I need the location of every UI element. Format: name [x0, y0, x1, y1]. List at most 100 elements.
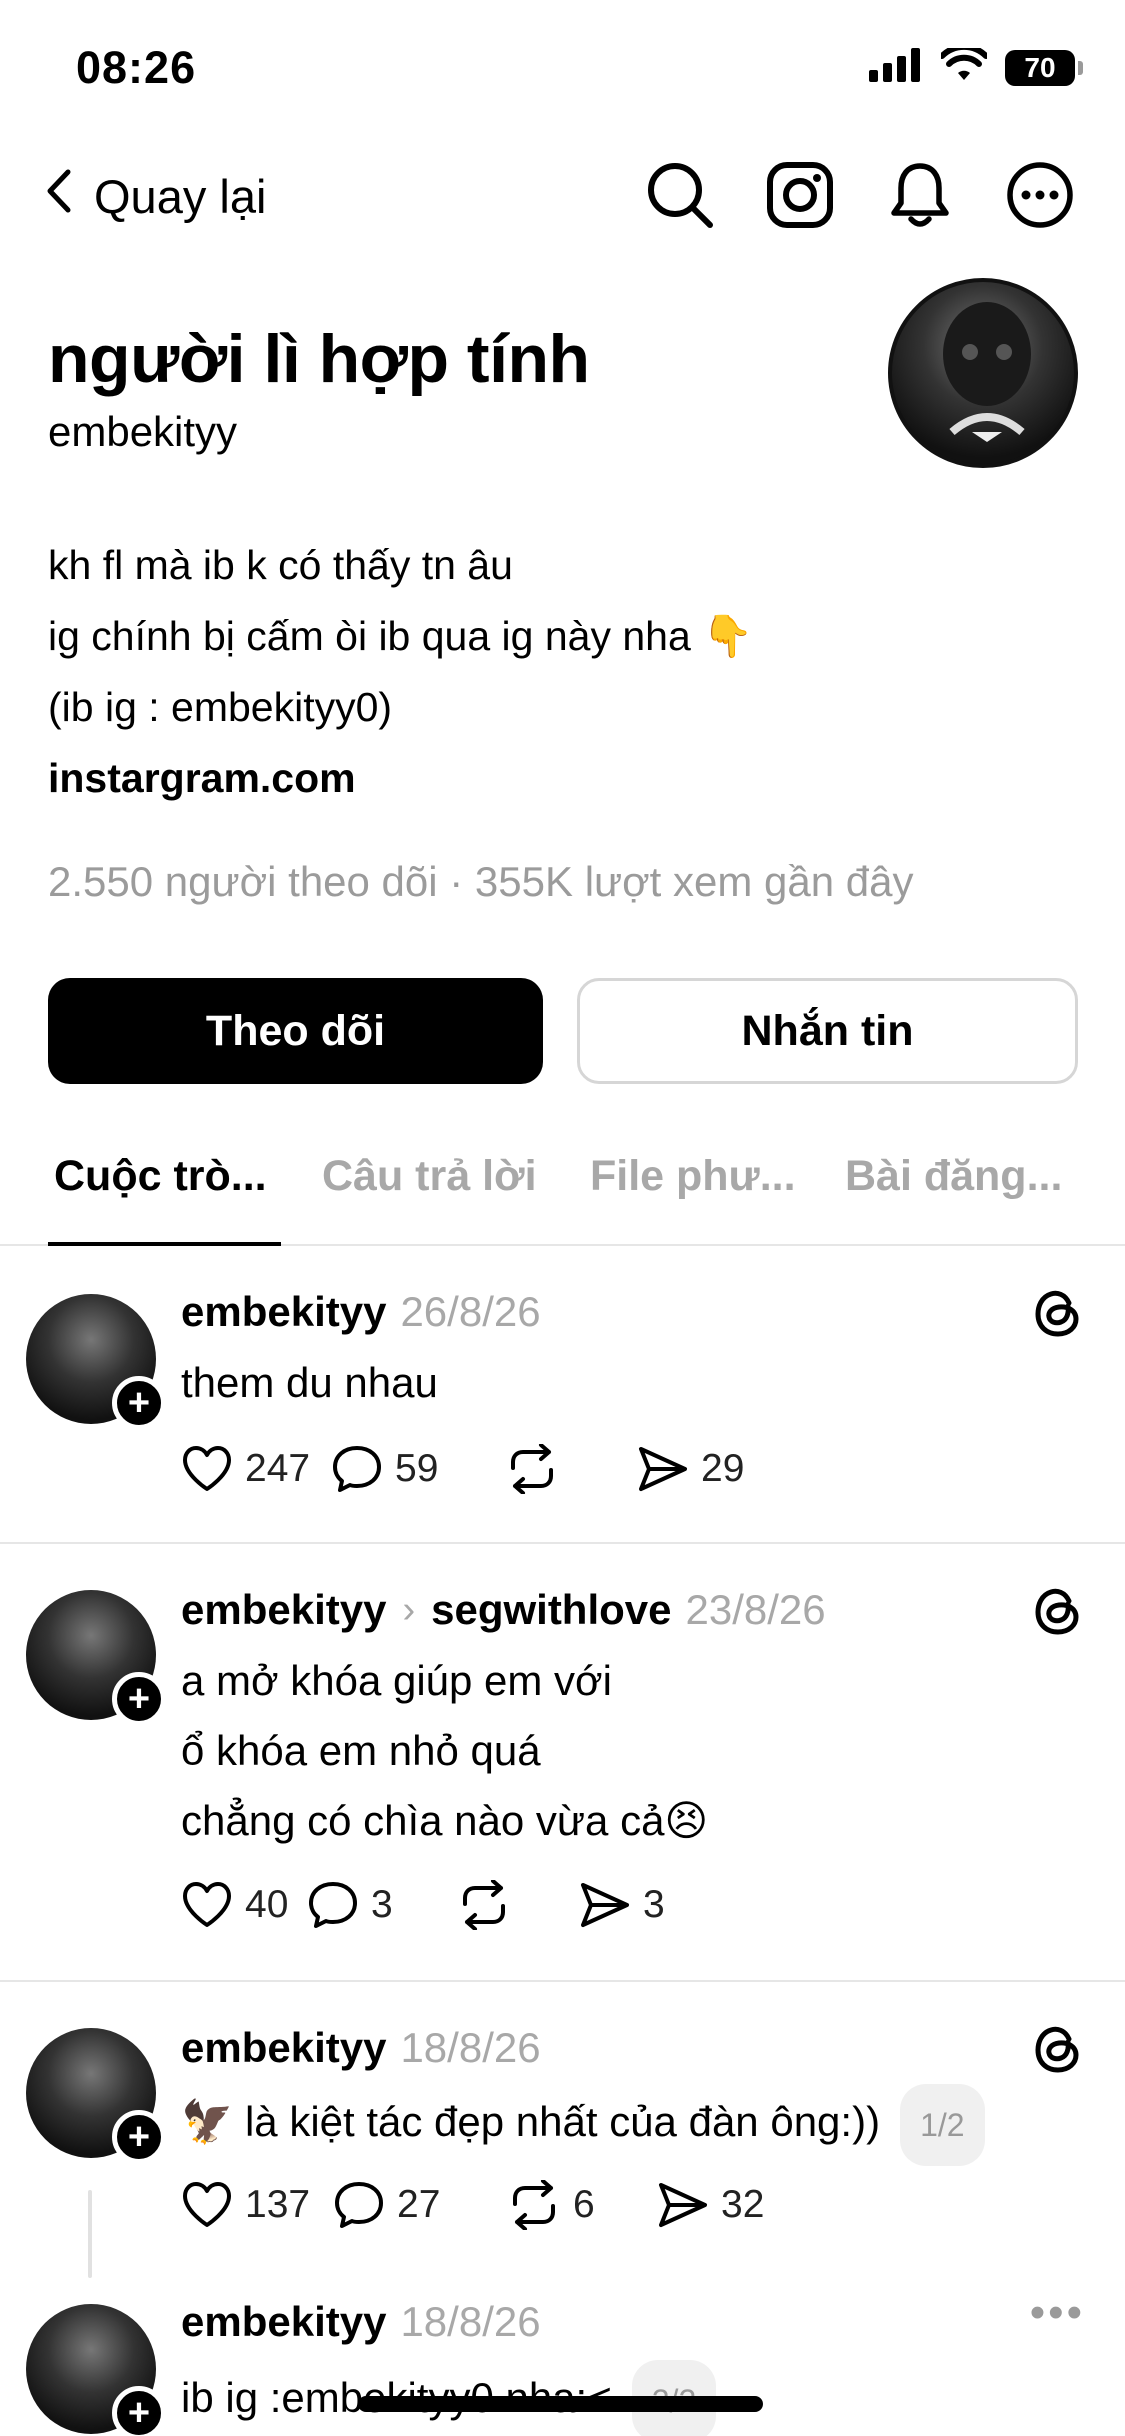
repost-icon [513, 2180, 555, 2230]
post-line: ổ khóa em nhỏ quá [181, 1727, 541, 1774]
profile-tabs: Cuộc trò... Câu trả lời File phư... Bài … [0, 1140, 1125, 1246]
post-text: a mở khóa giúp em với ổ khóa em nhỏ quá … [181, 1646, 708, 1856]
post-line: chẳng có chìa nào vừa cả😣 [181, 1797, 709, 1844]
follow-plus-icon[interactable]: + [112, 1376, 166, 1430]
tab-threads[interactable]: Cuộc trò... [54, 1152, 267, 1201]
tab-media[interactable]: File phư... [590, 1152, 796, 1201]
post-meta: embekityy 18/8/26 [181, 2298, 541, 2346]
search-icon[interactable] [645, 160, 715, 230]
like-count: 247 [245, 1447, 311, 1490]
post[interactable]: + embekityy 18/8/26 ••• ib ig :embekityy… [0, 2284, 1125, 2436]
profile-bio: kh fl mà ib k có thấy tn âu ig chính bị … [48, 530, 753, 814]
post-username[interactable]: embekityy [181, 2024, 386, 2072]
bio-line: kh fl mà ib k có thấy tn âu [48, 542, 513, 588]
top-nav: Quay lại [0, 150, 1125, 250]
like-button[interactable]: 247 [181, 1445, 323, 1493]
comment-count: 59 [395, 1447, 439, 1490]
post-username[interactable]: embekityy [181, 2298, 386, 2346]
like-count: 40 [245, 1883, 289, 1926]
follow-plus-icon[interactable]: + [112, 1672, 166, 1726]
threads-icon [1035, 2026, 1079, 2073]
post-date: 23/8/26 [685, 1586, 826, 1633]
follow-button[interactable]: Theo dõi [48, 978, 543, 1084]
profile-stats[interactable]: 2.550 người theo dõi · 355K lượt xem gần… [48, 858, 914, 906]
heart-icon [183, 2182, 231, 2227]
profile-link[interactable]: instargram.com [48, 743, 753, 814]
heart-icon [183, 1446, 231, 1491]
comment-count: 27 [397, 2183, 441, 2226]
post-meta: embekityy 26/8/26 [181, 1288, 541, 1336]
repost-icon [463, 1880, 505, 1930]
thread-connector [88, 2190, 92, 2278]
back-label: Quay lại [94, 170, 267, 223]
post-text: them du nhau [181, 1348, 438, 1418]
send-icon [581, 1883, 629, 1927]
send-icon [639, 1447, 687, 1491]
back-button[interactable]: Quay lại [46, 168, 266, 225]
comment-button[interactable]: 27 [333, 2180, 513, 2230]
bio-line: ig chính bị cấm òi ib qua ig này nha 👇 [48, 613, 754, 659]
more-options-icon[interactable] [1005, 160, 1075, 230]
repost-button[interactable] [505, 1444, 623, 1494]
post-line: them du nhau [181, 1359, 438, 1406]
post-line: 🦅 là kiệt tác đẹp nhất của đàn ông:)) [181, 2098, 881, 2146]
chevron-left-icon [46, 168, 72, 225]
thread-pager: 1/2 [900, 2084, 985, 2166]
share-button[interactable]: 29 [637, 1445, 744, 1493]
message-button[interactable]: Nhắn tin [577, 978, 1078, 1084]
comment-icon [333, 1446, 381, 1492]
wifi-icon [939, 43, 989, 87]
profile-header: người lì hợp tính embekityy [48, 278, 1078, 468]
comment-button[interactable]: 59 [331, 1444, 515, 1494]
bio-line: (ib ig : embekityy0) [48, 684, 393, 730]
follow-plus-icon[interactable]: + [112, 2386, 166, 2436]
send-icon [659, 2183, 707, 2227]
share-count: 29 [701, 1447, 745, 1490]
signal-icon [869, 48, 923, 87]
more-icon[interactable]: ••• [1030, 2288, 1085, 2338]
post[interactable]: + embekityy 18/8/26 🦅 là kiệt tác đẹp nh… [0, 1984, 1125, 2284]
profile-avatar[interactable] [888, 278, 1078, 468]
reply-to-username[interactable]: segwithlove [431, 1586, 671, 1634]
tab-replies[interactable]: Câu trả lời [322, 1152, 537, 1201]
post-actions: 247 59 29 [181, 1444, 744, 1494]
comment-icon [309, 1882, 357, 1928]
repost-button[interactable] [457, 1880, 575, 1930]
home-indicator[interactable] [358, 2396, 763, 2412]
threads-icon [1035, 1290, 1079, 1337]
post-actions: 137 27 6 32 [181, 2180, 764, 2230]
battery-icon: 70 [1005, 49, 1083, 86]
post-username[interactable]: embekityy [181, 1288, 386, 1336]
post-line: a mở khóa giúp em với [181, 1657, 612, 1704]
post-actions: 40 3 3 [181, 1880, 665, 1930]
comment-icon [335, 2182, 383, 2228]
share-button[interactable]: 3 [579, 1881, 665, 1929]
post[interactable]: + embekityy › segwithlove 23/8/26 a mở k… [0, 1546, 1125, 1982]
follow-plus-icon[interactable]: + [112, 2110, 166, 2164]
comment-count: 3 [371, 1883, 393, 1926]
tab-reposts[interactable]: Bài đăng... [845, 1152, 1062, 1201]
status-icons: 70 [869, 43, 1083, 87]
share-count: 32 [721, 2183, 765, 2226]
share-count: 3 [643, 1883, 665, 1926]
bell-icon[interactable] [885, 160, 955, 230]
post-username[interactable]: embekityy [181, 1586, 386, 1634]
post-date: 26/8/26 [400, 1288, 541, 1335]
like-button[interactable]: 40 [181, 1881, 303, 1929]
post[interactable]: + embekityy 26/8/26 them du nhau 247 59 … [0, 1246, 1125, 1544]
status-bar: 08:26 70 [0, 0, 1125, 130]
post-date: 18/8/26 [400, 2298, 541, 2345]
post-date: 18/8/26 [400, 2024, 541, 2071]
post-meta: embekityy 18/8/26 [181, 2024, 541, 2072]
status-time: 08:26 [76, 42, 197, 93]
repost-button[interactable]: 6 [507, 2180, 657, 2230]
like-button[interactable]: 137 [181, 2181, 321, 2229]
comment-button[interactable]: 3 [307, 1880, 457, 1930]
instagram-icon[interactable] [765, 160, 835, 230]
repost-icon [511, 1444, 553, 1494]
chevron-right-icon: › [402, 1588, 416, 1631]
repost-count: 6 [573, 2183, 595, 2226]
share-button[interactable]: 32 [657, 2181, 764, 2229]
post-text: 🦅 là kiệt tác đẹp nhất của đàn ông:)) 1/2 [181, 2084, 985, 2166]
threads-icon [1035, 1588, 1079, 1635]
